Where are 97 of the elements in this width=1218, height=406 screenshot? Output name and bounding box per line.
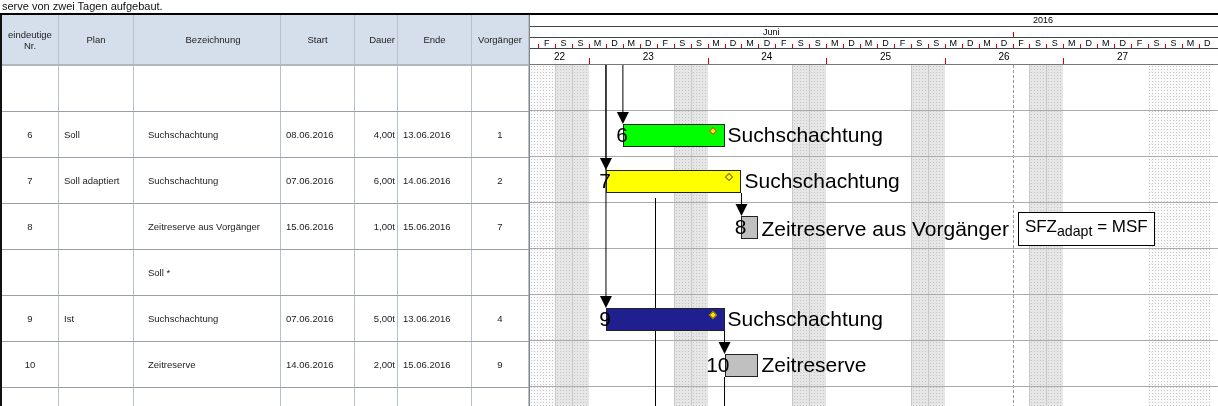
table-cell: 9 [497,359,503,370]
day-label: D [1085,38,1092,48]
day-label: F [781,38,787,48]
table-cell: Soll [64,129,80,140]
table-cell: 1 [497,129,503,140]
table-cell: Soll adaptiert [64,175,120,186]
table-cell: 13.06.2016 [403,129,451,140]
table-cell: 14.06.2016 [403,175,451,186]
day-label: S [560,38,567,48]
column-header: Plan [59,15,134,64]
bar-label: Suchschachtung [727,122,883,148]
day-label: S [679,38,686,48]
day-label: S [696,38,703,48]
day-label: M [712,38,720,48]
table-cell: 7 [497,221,503,232]
day-label: F [899,38,906,48]
day-label: F [1018,38,1024,48]
day-label: D [882,38,889,48]
day-label: M [830,38,839,48]
connector-line [724,376,726,406]
day-label: D [1000,38,1008,48]
table-cell: 15.06.2016 [403,359,451,370]
day-label: D [611,38,618,48]
table-cell: 9 [27,313,33,324]
table-cell: 13.06.2016 [403,313,451,324]
column-header: Vorgänger [472,15,529,64]
table-cell: 2,00t [373,359,395,370]
table-cell: Suchschachtung [148,175,219,186]
day-label: M [593,38,602,48]
table-cell: 5,00t [373,313,395,324]
table-cell: 1,00t [373,221,395,232]
day-label: D [645,38,652,48]
day-label: M [864,38,873,48]
day-label: S [814,38,821,48]
week-label: 22 [553,51,566,63]
day-label: S [797,38,804,48]
day-label: D [848,38,855,48]
table-cell: Zeitreserve aus Vorgänger [148,221,260,232]
table-cell: 6,00t [373,175,395,186]
table-cell: Soll * [148,267,171,278]
month-label: Juni [763,27,780,37]
table-cell: 07.06.2016 [286,175,334,186]
day-label: M [949,38,957,48]
week-label: 25 [879,51,892,63]
day-label: S [577,38,584,48]
day-label: F [1136,38,1143,48]
table-cell: Ist [64,313,75,324]
column-header: eindeutige Nr. [2,15,59,64]
formula-note: SFZ$_{adapt}$ = MSF [1017,212,1155,247]
day-label: M [983,38,991,48]
day-label: S [1170,38,1177,48]
table-cell: 07.06.2016 [286,313,334,324]
day-label: M [1186,38,1195,48]
week-label: 27 [1117,51,1129,63]
day-label: M [746,38,754,48]
document-text: serve von zwei Tagen aufgebaut. [1,0,164,13]
day-label: F [543,38,550,48]
table-cell: 4,00t [373,129,395,140]
table-cell: Zeitreserve [148,359,196,370]
day-label: D [729,38,737,48]
day-label: S [1051,38,1058,48]
bar-label: Suchschachtung [727,306,883,332]
table-cell: 10 [24,359,36,370]
table-cell: 14.06.2016 [286,359,334,370]
day-label: D [966,38,974,48]
bar-label: Zeitreserve [761,352,867,378]
column-header: Bezeichnung [134,15,281,64]
column-header: Ende [398,15,472,64]
week-label: 23 [642,51,654,63]
year-label: 2016 [1033,15,1054,26]
table-cell: 7 [27,175,33,186]
table-cell: 15.06.2016 [403,221,451,232]
table-cell: 6 [27,129,33,140]
bar-label: Suchschachtung [744,168,900,194]
table-cell: Suchschachtung [148,129,219,140]
day-label: S [933,38,940,48]
day-label: S [916,38,923,48]
column-header: Start [281,15,355,64]
day-label: M [1068,38,1076,48]
table-cell: 2 [497,175,503,186]
day-label: M [627,38,636,48]
week-label: 26 [998,51,1010,63]
table-cell: 4 [497,313,503,324]
day-label: M [1101,38,1110,48]
day-label: S [1034,38,1041,48]
table-cell: 15.06.2016 [286,221,334,232]
table-cell: 8 [27,221,33,232]
day-label: D [1119,38,1126,48]
day-label: D [1204,38,1211,48]
week-label: 24 [761,51,773,63]
table-cell: 08.06.2016 [286,129,334,140]
day-label: S [1153,38,1160,48]
table-cell: Suchschachtung [148,313,219,324]
day-label: D [763,38,771,48]
day-label: F [662,38,668,48]
column-header: Dauer [355,15,398,64]
bar-label: Zeitreserve aus Vorgänger [761,216,1009,243]
